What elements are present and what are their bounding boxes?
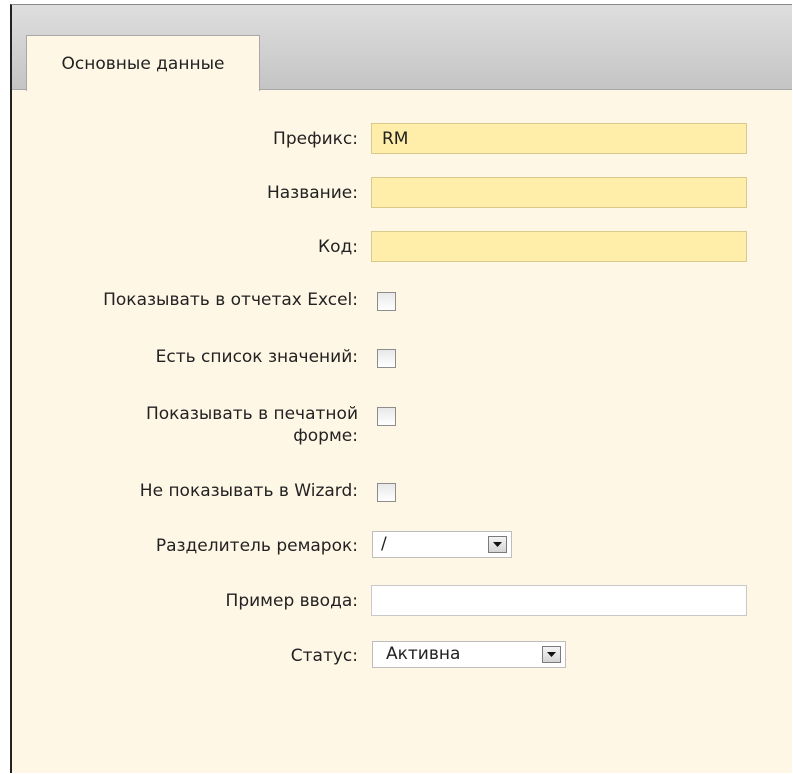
name-label: Название:	[266, 183, 358, 203]
remark-separator-value: /	[381, 534, 387, 554]
tab-bar: Основные данные	[12, 5, 792, 91]
tab-label: Основные данные	[61, 53, 225, 74]
status-label: Статус:	[290, 646, 358, 666]
chevron-down-icon[interactable]	[542, 646, 561, 663]
hide-wizard-label: Не показывать в Wizard:	[139, 481, 358, 501]
show-excel-label: Показывать в отчетах Excel:	[103, 290, 358, 310]
name-input[interactable]	[371, 177, 747, 208]
has-values-list-checkbox[interactable]	[377, 349, 396, 368]
status-value: Активна	[386, 644, 461, 664]
show-print-label-line1: Показывать в печатной	[145, 404, 358, 424]
code-input[interactable]	[371, 231, 747, 262]
chevron-down-icon[interactable]	[488, 536, 507, 553]
has-values-list-label: Есть список значений:	[155, 347, 358, 367]
input-example-input[interactable]	[371, 585, 747, 616]
prefix-label: Префикс:	[273, 129, 358, 149]
remark-separator-label: Разделитель ремарок:	[155, 536, 358, 556]
show-print-label: Показывать в печатной форме:	[28, 403, 358, 447]
tab-main-data[interactable]: Основные данные	[26, 35, 260, 91]
show-print-checkbox[interactable]	[377, 407, 396, 426]
prefix-input[interactable]	[371, 123, 747, 154]
input-example-label: Пример ввода:	[225, 591, 358, 611]
remark-separator-select[interactable]: /	[372, 531, 512, 558]
show-print-label-line2: форме:	[293, 426, 358, 446]
show-excel-checkbox[interactable]	[377, 292, 396, 311]
status-select[interactable]: Активна	[372, 641, 566, 668]
hide-wizard-checkbox[interactable]	[377, 483, 396, 502]
code-label: Код:	[318, 237, 358, 257]
